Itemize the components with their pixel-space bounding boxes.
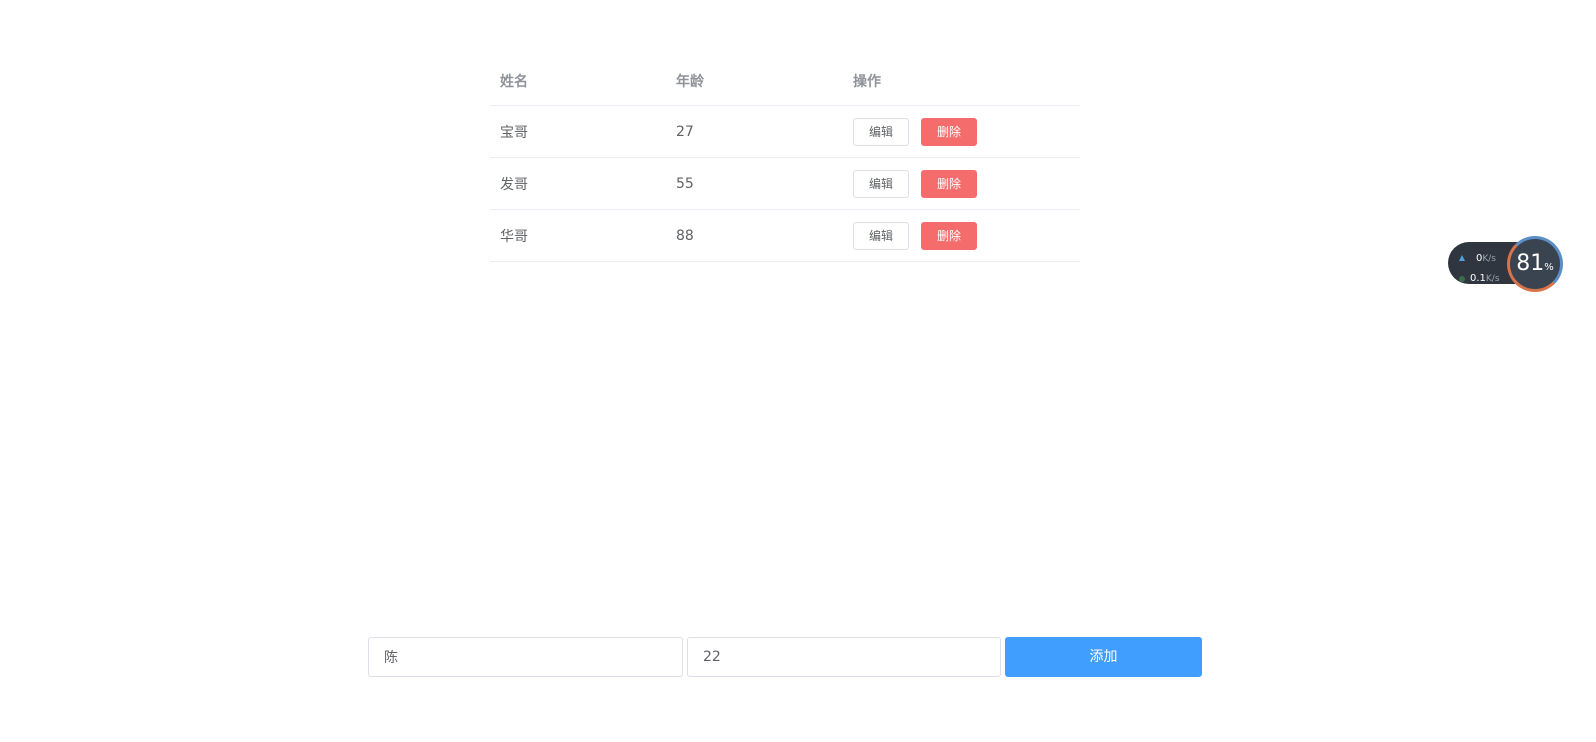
table-row: 华哥 88 编辑 删除 (490, 209, 1080, 262)
cell-actions: 编辑 删除 (843, 209, 1080, 262)
cpu-usage-gauge: 81% (1507, 236, 1563, 292)
delete-button[interactable]: 删除 (921, 169, 977, 198)
cell-name: 宝哥 (490, 105, 666, 158)
upload-speed: 0K/s (1476, 253, 1496, 264)
arrow-down-icon (1459, 276, 1465, 282)
user-table: 姓名 年龄 操作 宝哥 27 编辑 删除 发哥 55 编辑 删除 华哥 88 编… (490, 56, 1080, 262)
cell-age: 88 (666, 209, 843, 262)
cpu-usage-unit: % (1544, 262, 1554, 273)
cell-age: 55 (666, 157, 843, 210)
delete-button[interactable]: 删除 (921, 117, 977, 146)
arrow-up-icon (1459, 255, 1465, 261)
edit-button[interactable]: 编辑 (853, 117, 909, 146)
download-speed-unit: K/s (1485, 274, 1500, 284)
user-table-container: 姓名 年龄 操作 宝哥 27 编辑 删除 发哥 55 编辑 删除 华哥 88 编… (490, 56, 1080, 262)
edit-button[interactable]: 编辑 (853, 169, 909, 198)
table-header-row: 姓名 年龄 操作 (490, 56, 1080, 106)
cell-age: 27 (666, 105, 843, 158)
cell-actions: 编辑 删除 (843, 157, 1080, 210)
add-button[interactable]: 添加 (1005, 637, 1202, 677)
cell-name: 华哥 (490, 209, 666, 262)
network-speed-widget[interactable]: 0K/s 0.1K/s 81% (1448, 236, 1566, 292)
age-input[interactable] (687, 637, 1001, 677)
edit-button[interactable]: 编辑 (853, 221, 909, 250)
upload-speed-unit: K/s (1482, 254, 1496, 264)
cpu-usage-value: 81 (1516, 251, 1545, 276)
header-name: 姓名 (490, 56, 666, 106)
table-row: 发哥 55 编辑 删除 (490, 157, 1080, 210)
table-row: 宝哥 27 编辑 删除 (490, 105, 1080, 158)
cpu-usage: 81% (1510, 251, 1560, 276)
cell-name: 发哥 (490, 157, 666, 210)
download-speed-value: 0.1 (1470, 273, 1486, 284)
cell-actions: 编辑 删除 (843, 105, 1080, 158)
download-speed: 0.1K/s (1470, 273, 1500, 284)
delete-button[interactable]: 删除 (921, 221, 977, 250)
header-actions: 操作 (843, 56, 1080, 106)
header-age: 年龄 (666, 56, 843, 106)
name-input[interactable] (368, 637, 683, 677)
